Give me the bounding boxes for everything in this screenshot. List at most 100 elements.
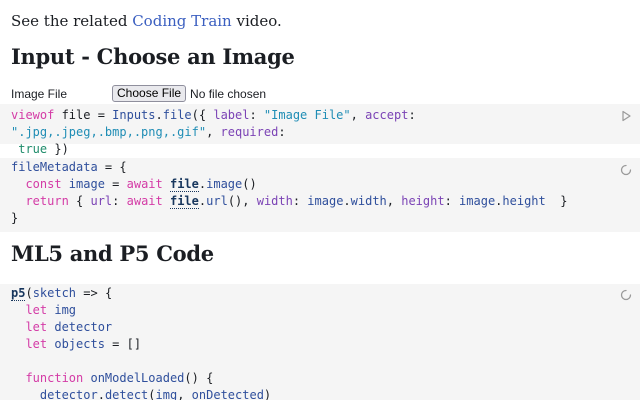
code-token: height	[502, 194, 546, 208]
intro-prefix: See the related	[11, 12, 133, 30]
code-token: =	[104, 177, 127, 191]
code-line: fileMetadata = {	[11, 159, 608, 176]
code-token: width	[256, 194, 293, 208]
code-cell-viewof[interactable]: viewof file = Inputs.file({ label: "Imag…	[0, 104, 640, 156]
code-line: const image = await file.image()	[11, 176, 608, 193]
code-token: onDetected	[191, 388, 264, 400]
code-token: img	[47, 303, 77, 317]
code-token: await	[126, 177, 163, 191]
file-reference-link[interactable]: file	[169, 194, 199, 209]
code-token: let	[11, 320, 48, 334]
code-token: width	[350, 194, 387, 208]
code-token: = []	[104, 337, 142, 351]
code-token: height	[401, 194, 445, 208]
code-token: let	[11, 303, 48, 317]
section-title-input: Input - Choose an Image	[11, 44, 295, 69]
code-token: accept	[365, 108, 409, 122]
code-token: :	[112, 194, 127, 208]
code-token: onModelLoaded	[83, 371, 185, 385]
spinner-icon	[620, 164, 632, 176]
code-token: return	[11, 194, 69, 208]
code-token: label	[213, 108, 250, 122]
code-token: ,	[350, 108, 366, 122]
code-token: detect	[104, 388, 149, 400]
intro-text: See the related Coding Train video.	[11, 11, 282, 31]
code-line: let objects = []	[11, 336, 608, 353]
intro-suffix: video.	[231, 12, 282, 30]
code-token: (),	[227, 194, 257, 208]
code-token: :	[408, 108, 423, 122]
code-token: :	[292, 194, 308, 208]
code-token: => {	[76, 286, 113, 300]
code-token: image	[61, 177, 105, 191]
code-token: url	[90, 194, 113, 208]
code-token: image	[206, 177, 243, 191]
code-token: required	[220, 125, 279, 139]
code-token: (	[25, 286, 33, 300]
code-token: function	[11, 371, 84, 385]
code-token: ,	[177, 388, 192, 400]
code-token: :	[444, 194, 460, 208]
code-token: image	[307, 194, 344, 208]
code-token: detector	[39, 388, 98, 400]
code-token: "Image File"	[263, 108, 351, 122]
code-token: file =	[54, 108, 113, 122]
code-token: })	[47, 142, 69, 156]
section-title-ml5: ML5 and P5 Code	[11, 241, 214, 266]
code-line: function onModelLoaded() {	[11, 370, 608, 387]
code-token: fileMetadata	[11, 160, 98, 174]
code-token: }	[545, 194, 568, 208]
file-reference-link[interactable]: file	[169, 177, 199, 192]
code-token: objects	[47, 337, 105, 351]
code-token: ({	[191, 108, 214, 122]
code-token: ,	[386, 194, 402, 208]
code-token: (	[148, 388, 156, 400]
code-token: const	[11, 177, 62, 191]
play-triangle-icon[interactable]	[620, 110, 632, 122]
code-token: file	[162, 108, 192, 122]
code-line: let detector	[11, 319, 608, 336]
code-token: let	[11, 337, 48, 351]
code-token: {	[68, 194, 91, 208]
coding-train-link[interactable]: Coding Train	[132, 12, 232, 30]
code-token: sketch	[32, 286, 77, 300]
code-token: image	[459, 194, 496, 208]
choose-file-button[interactable]: Choose File	[112, 85, 187, 102]
code-token: url	[206, 194, 228, 208]
code-line: return { url: await file.url(), width: i…	[11, 193, 608, 210]
code-token: ,	[206, 125, 221, 139]
code-token: img	[155, 388, 178, 400]
code-line: }	[11, 210, 608, 227]
code-line: let img	[11, 302, 608, 319]
code-cell-p5-sketch[interactable]: p5(sketch => { let img let detector let …	[0, 284, 640, 400]
spinner-icon	[620, 289, 632, 301]
code-token: () {	[184, 371, 214, 385]
p5-reference-link[interactable]: p5	[11, 286, 26, 301]
file-input-label: Image File	[11, 87, 68, 101]
code-token: .	[343, 194, 351, 208]
code-token: Inputs	[112, 108, 156, 122]
code-line: viewof file = Inputs.file({ label: "Imag…	[11, 107, 608, 158]
code-token: :	[278, 125, 286, 139]
code-token: ".jpg,.jpeg,.bmp,.png,.gif"	[11, 125, 207, 139]
code-token: detector	[47, 320, 113, 334]
code-token: true	[18, 142, 48, 156]
code-token: ()	[242, 177, 257, 191]
code-cell-file-metadata[interactable]: fileMetadata = { const image = await fil…	[0, 158, 640, 232]
code-token: }	[11, 211, 19, 225]
code-token: = {	[97, 160, 127, 174]
file-status-text: No file chosen	[190, 87, 267, 101]
code-token: .	[155, 108, 163, 122]
code-line: detector.detect(img, onDetected)	[11, 387, 608, 400]
file-input-row: Image File Choose File No file chosen	[11, 84, 266, 104]
code-token: .	[97, 388, 105, 400]
code-token: :	[249, 108, 264, 122]
code-token: )	[263, 388, 272, 400]
code-token: viewof	[11, 108, 55, 122]
code-token: await	[126, 194, 163, 208]
code-line: p5(sketch => {	[11, 285, 608, 302]
